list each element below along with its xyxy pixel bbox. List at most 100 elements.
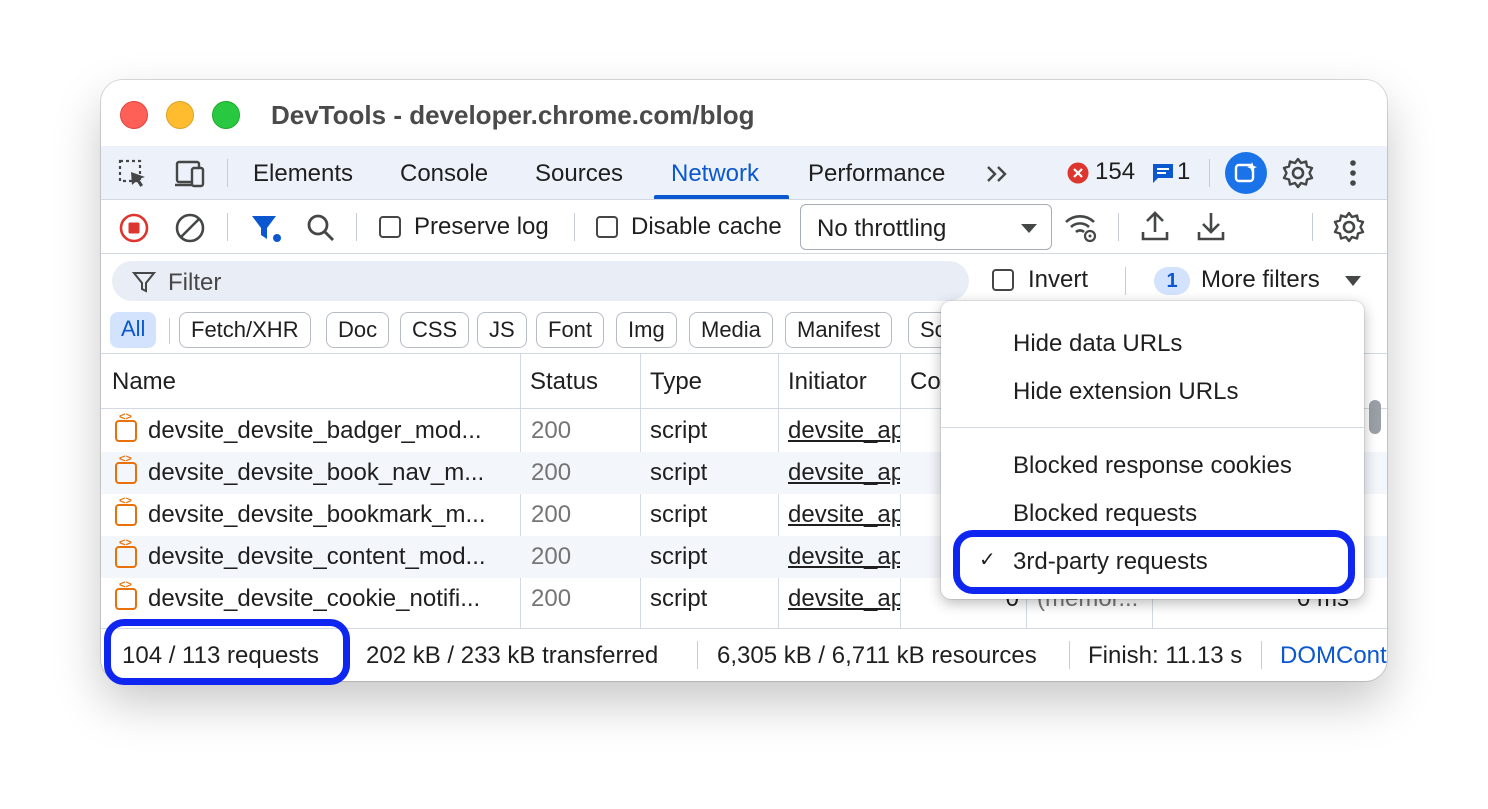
chip-manifest[interactable]: Manifest (785, 312, 893, 348)
chip-js[interactable]: JS (477, 312, 527, 348)
inspect-element-icon[interactable] (117, 158, 149, 190)
minimize-window-button[interactable] (166, 101, 194, 129)
more-filters-count-badge[interactable]: 1 (1154, 267, 1190, 295)
request-name: devsite_devsite_cookie_notifi... (148, 585, 481, 612)
filter-funnel-icon[interactable] (249, 212, 283, 244)
request-name: devsite_devsite_content_mod... (148, 543, 486, 570)
disable-cache-label[interactable]: Disable cache (631, 213, 782, 241)
script-file-icon: <> (115, 411, 137, 442)
toolbar-divider (227, 213, 228, 241)
message-icon[interactable] (1151, 161, 1175, 185)
preserve-log-label[interactable]: Preserve log (414, 213, 549, 241)
request-initiator-link[interactable]: devsite_ap (788, 494, 900, 536)
chip-all[interactable]: All (110, 312, 157, 348)
network-toolbar: Preserve log Disable cache No throttling (101, 200, 1387, 254)
filter-input[interactable]: Filter (112, 261, 969, 301)
chip-font[interactable]: Font (536, 312, 605, 348)
request-initiator-link[interactable]: devsite_ap (788, 578, 900, 620)
tab-elements[interactable]: Elements (253, 146, 353, 200)
chip-doc[interactable]: Doc (326, 312, 390, 348)
request-initiator-link[interactable]: devsite_ap (788, 452, 900, 494)
error-icon[interactable] (1067, 162, 1089, 184)
column-initiator[interactable]: Initiator (788, 354, 867, 409)
message-count[interactable]: 1 (1177, 158, 1190, 186)
kebab-menu-icon[interactable] (1337, 156, 1369, 190)
more-filters-caret-icon[interactable] (1345, 276, 1361, 286)
error-count[interactable]: 154 (1095, 158, 1135, 186)
highlight-third-party-requests (953, 530, 1355, 594)
script-file-icon: <> (115, 453, 137, 484)
more-tabs-icon[interactable] (983, 160, 1013, 188)
zoom-window-button[interactable] (212, 101, 240, 129)
request-name: devsite_devsite_book_nav_m... (148, 459, 485, 486)
column-status[interactable]: Status (530, 354, 598, 409)
toolbar-divider-3 (574, 213, 575, 241)
throttling-select[interactable]: No throttling (800, 204, 1052, 250)
menu-divider (941, 427, 1364, 428)
invert-checkbox[interactable] (992, 269, 1014, 291)
invert-label[interactable]: Invert (1028, 266, 1088, 294)
device-toolbar-icon[interactable] (173, 158, 207, 190)
request-type: script (650, 543, 708, 570)
highlight-requests-count (104, 619, 350, 685)
throttling-value: No throttling (817, 215, 947, 242)
transferred-size: 202 kB / 233 kB transferred (366, 642, 659, 669)
script-file-icon: <> (115, 495, 137, 526)
request-type: script (650, 585, 708, 612)
script-file-icon: <> (115, 579, 137, 610)
column-size[interactable]: Co (910, 354, 941, 409)
request-initiator-link[interactable]: devsite_ap (788, 536, 900, 578)
domcontentloaded-time[interactable]: DOMCont (1280, 642, 1387, 670)
filter-icon (132, 270, 156, 294)
chevron-down-icon (1021, 224, 1037, 233)
menu-item-blocked-requests[interactable]: Blocked requests (1013, 500, 1197, 528)
table-scrollbar[interactable] (1369, 400, 1381, 434)
menu-item-hide-data-urls[interactable]: Hide data URLs (1013, 330, 1182, 358)
status-divider (1069, 641, 1070, 669)
toolbar-divider-2 (356, 213, 357, 241)
disable-cache-checkbox[interactable] (596, 216, 618, 238)
request-status: 200 (531, 501, 572, 528)
tab-network[interactable]: Network (671, 146, 759, 200)
status-divider (697, 641, 698, 669)
clear-log-icon[interactable] (174, 212, 206, 244)
active-tab-indicator (654, 195, 789, 199)
window-title: DevTools - developer.chrome.com/blog (271, 100, 755, 130)
filter-divider (1125, 267, 1126, 295)
request-name: devsite_devsite_bookmark_m... (148, 501, 486, 528)
tab-bar-divider (227, 159, 228, 187)
request-status: 200 (531, 417, 572, 444)
settings-gear-icon[interactable] (1281, 156, 1315, 190)
ai-assistance-icon[interactable] (1225, 152, 1267, 194)
column-name[interactable]: Name (112, 354, 176, 409)
preserve-log-checkbox[interactable] (379, 216, 401, 238)
chip-fetch-xhr[interactable]: Fetch/XHR (179, 312, 311, 348)
chip-img[interactable]: Img (616, 312, 677, 348)
column-type[interactable]: Type (650, 354, 702, 409)
menu-item-blocked-response-cookies[interactable]: Blocked response cookies (1013, 452, 1292, 480)
export-har-icon[interactable] (1195, 210, 1227, 244)
more-filters-button[interactable]: More filters (1201, 266, 1320, 294)
finish-time: Finish: 11.13 s (1088, 642, 1243, 669)
network-settings-gear-icon[interactable] (1332, 210, 1366, 244)
close-window-button[interactable] (120, 101, 148, 129)
tab-console[interactable]: Console (400, 146, 488, 200)
tab-performance[interactable]: Performance (808, 146, 945, 200)
search-icon[interactable] (305, 212, 337, 244)
request-initiator-link[interactable]: devsite_ap (788, 410, 900, 452)
title-bar: DevTools - developer.chrome.com/blog (101, 80, 1387, 146)
import-har-icon[interactable] (1139, 210, 1171, 244)
request-status: 200 (531, 585, 572, 612)
menu-item-hide-extension-urls[interactable]: Hide extension URLs (1013, 378, 1238, 406)
network-conditions-icon[interactable] (1063, 210, 1099, 244)
chip-css[interactable]: CSS (400, 312, 470, 348)
tab-sources[interactable]: Sources (535, 146, 623, 200)
request-name: devsite_devsite_badger_mod... (148, 417, 482, 444)
record-stop-icon[interactable] (118, 212, 150, 244)
resources-size: 6,305 kB / 6,711 kB resources (717, 642, 1037, 669)
request-type: script (650, 459, 708, 486)
toolbar-divider-4 (1118, 213, 1119, 241)
chip-media[interactable]: Media (689, 312, 773, 348)
tab-bar-divider-2 (1209, 159, 1210, 187)
main-tab-bar: Elements Console Sources Network Perform… (101, 146, 1387, 200)
